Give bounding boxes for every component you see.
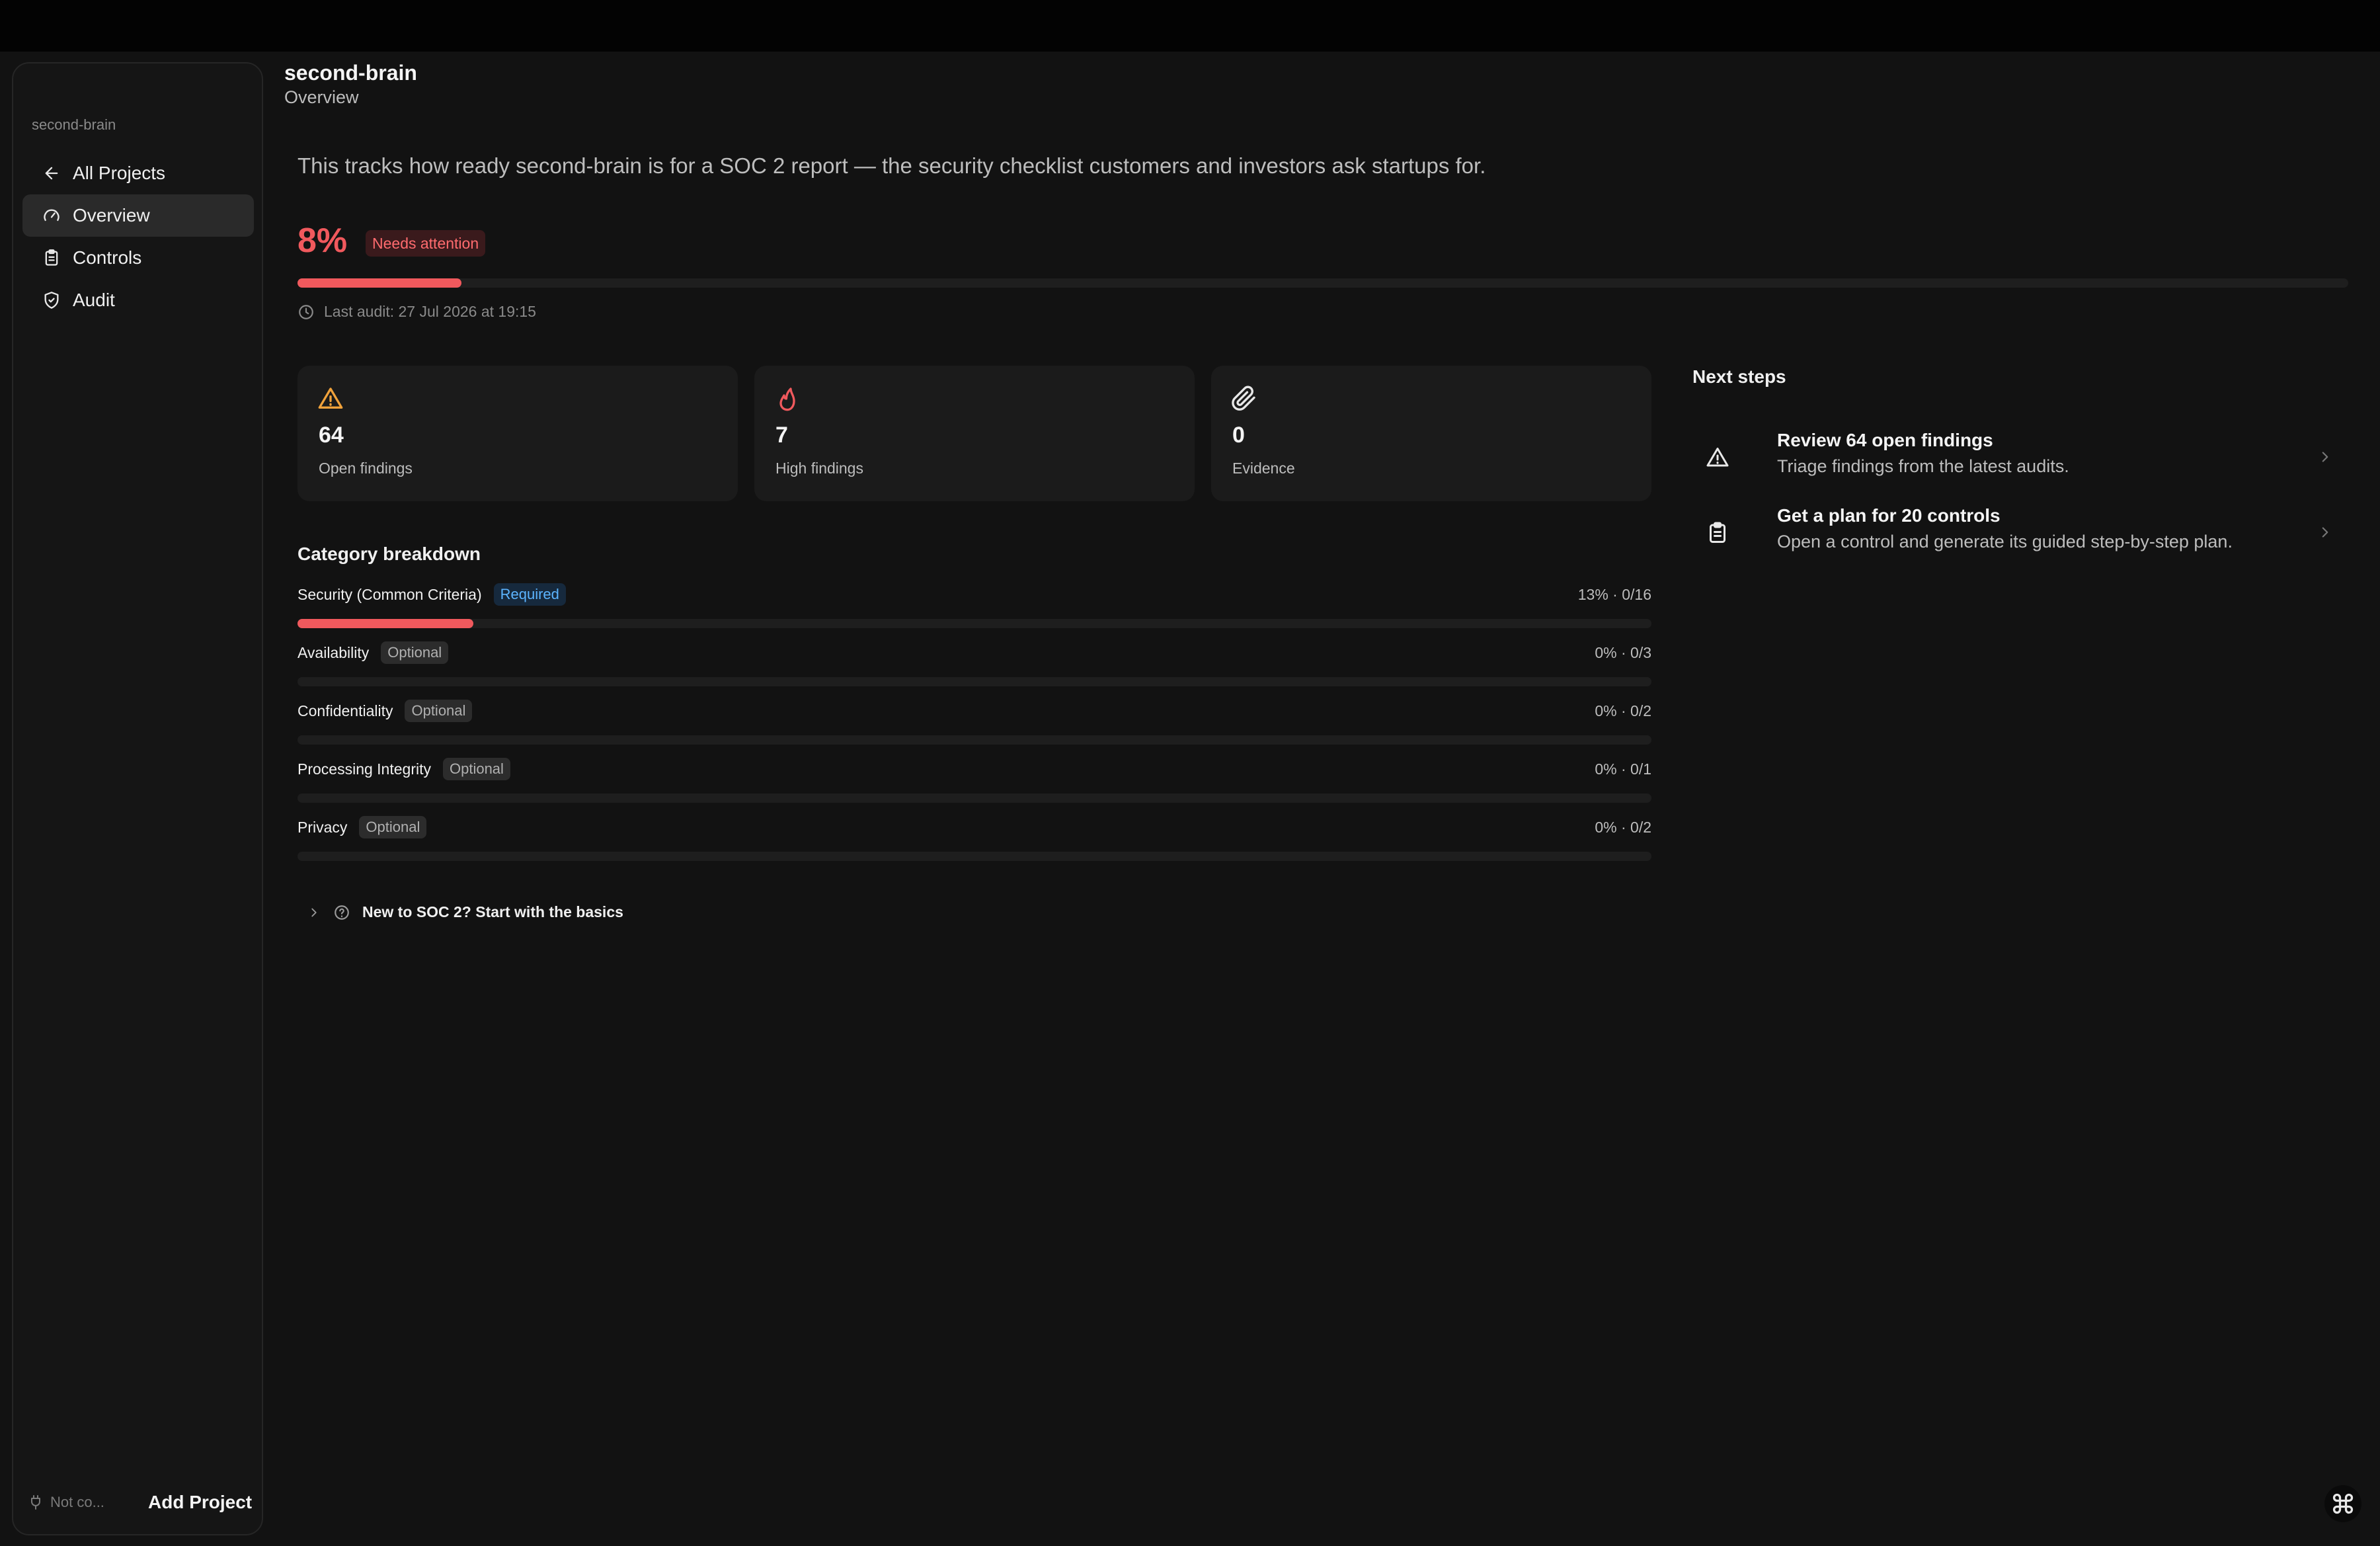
next-step-description: Triage findings from the latest audits. bbox=[1777, 456, 2069, 476]
sidebar: second-brain All Projects Overview Contr… bbox=[12, 62, 263, 1535]
window-top-bar bbox=[0, 0, 2380, 52]
category-stat: 0% · 0/2 bbox=[1595, 818, 1651, 836]
paperclip-icon bbox=[1232, 386, 1255, 411]
category-stat: 13% · 0/16 bbox=[1577, 585, 1651, 603]
sidebar-item-label: Audit bbox=[73, 290, 115, 310]
chevron-right-icon bbox=[311, 908, 317, 916]
next-step-review-findings[interactable]: Review 64 open findings Triage findings … bbox=[1706, 430, 2334, 489]
sidebar-item-label: Overview bbox=[73, 205, 150, 225]
next-step-title: Get a plan for 20 controls bbox=[1777, 505, 2001, 526]
sidebar-footer: Not co... Add Project bbox=[13, 1483, 262, 1522]
optional-badge: Optional bbox=[442, 758, 510, 780]
category-breakdown-title: Category breakdown bbox=[298, 544, 481, 564]
clipboard-icon bbox=[45, 249, 58, 266]
status-badge: Needs attention bbox=[366, 230, 486, 257]
stat-label: High findings bbox=[775, 460, 863, 477]
sidebar-item-overview[interactable]: Overview bbox=[22, 194, 254, 237]
category-row-privacy: Privacy Optional 0% · 0/2 bbox=[298, 815, 1651, 868]
intro-text: This tracks how ready second-brain is fo… bbox=[298, 153, 1486, 178]
category-row-confidentiality: Confidentiality Optional 0% · 0/2 bbox=[298, 699, 1651, 752]
next-steps-title: Next steps bbox=[1692, 366, 1786, 387]
category-row-security: Security (Common Criteria) Required 13% ·… bbox=[298, 583, 1651, 635]
soc2-basics-toggle[interactable]: New to SOC 2? Start with the basics bbox=[307, 903, 623, 921]
stat-card-open-findings[interactable]: 64 Open findings bbox=[298, 366, 738, 501]
sidebar-item-all-projects[interactable]: All Projects bbox=[22, 152, 254, 194]
category-stat: 0% · 0/1 bbox=[1595, 760, 1651, 778]
category-row-availability: Availability Optional 0% · 0/3 bbox=[298, 641, 1651, 694]
connection-status[interactable]: Not co... bbox=[28, 1494, 134, 1511]
next-step-description: Open a control and generate its guided s… bbox=[1777, 532, 2233, 551]
optional-badge: Optional bbox=[405, 700, 473, 722]
sidebar-item-label: Controls bbox=[73, 247, 142, 268]
soc2-basics-label: New to SOC 2? Start with the basics bbox=[362, 903, 623, 920]
stat-card-evidence[interactable]: 0 Evidence bbox=[1211, 366, 1651, 501]
category-progress-bar bbox=[298, 852, 1651, 861]
stat-value: 0 bbox=[1232, 423, 1245, 448]
stat-value: 7 bbox=[775, 423, 788, 448]
sidebar-item-controls[interactable]: Controls bbox=[22, 237, 254, 279]
help-circle-icon bbox=[335, 905, 349, 920]
sidebar-project-name: second-brain bbox=[32, 116, 116, 133]
add-project-button[interactable]: Add Project bbox=[148, 1492, 252, 1513]
category-progress-bar bbox=[298, 735, 1651, 745]
category-name: Confidentiality bbox=[298, 702, 393, 719]
required-badge: Required bbox=[493, 583, 566, 606]
category-progress-bar bbox=[298, 793, 1651, 803]
stat-label: Evidence bbox=[1232, 460, 1295, 477]
warning-icon bbox=[1706, 448, 1729, 467]
clipboard-icon bbox=[1710, 522, 1726, 543]
readiness-progress-bar bbox=[298, 278, 2348, 288]
optional-badge: Optional bbox=[381, 641, 449, 664]
category-name: Processing Integrity bbox=[298, 760, 431, 778]
warning-icon bbox=[318, 387, 343, 409]
category-name: Privacy bbox=[298, 818, 348, 836]
optional-badge: Optional bbox=[359, 816, 427, 838]
category-row-processing-integrity: Processing Integrity Optional 0% · 0/1 bbox=[298, 757, 1651, 810]
sidebar-item-label: All Projects bbox=[73, 163, 166, 183]
last-audit: Last audit: 27 Jul 2026 at 19:15 bbox=[298, 303, 536, 321]
category-stat: 0% · 0/3 bbox=[1595, 643, 1651, 661]
category-progress-bar bbox=[298, 677, 1651, 686]
last-audit-text: Last audit: 27 Jul 2026 at 19:15 bbox=[324, 303, 536, 320]
flame-icon bbox=[779, 387, 795, 411]
chevron-right-icon bbox=[2322, 527, 2328, 538]
next-step-plan-controls[interactable]: Get a plan for 20 controls Open a contro… bbox=[1706, 505, 2334, 565]
category-name: Security (Common Criteria) bbox=[298, 585, 482, 603]
stat-value: 64 bbox=[319, 423, 344, 448]
category-progress-fill bbox=[298, 619, 474, 628]
sidebar-item-audit[interactable]: Audit bbox=[22, 279, 254, 321]
unplugged-icon bbox=[31, 1495, 40, 1510]
arrow-left-icon bbox=[45, 167, 58, 180]
category-name: Availability bbox=[298, 643, 370, 661]
readiness-progress-fill bbox=[298, 278, 462, 288]
category-progress-bar bbox=[298, 619, 1651, 628]
next-step-title: Review 64 open findings bbox=[1777, 430, 1993, 450]
gauge-icon bbox=[44, 209, 60, 222]
stat-label: Open findings bbox=[319, 460, 413, 477]
category-stat: 0% · 0/2 bbox=[1595, 702, 1651, 719]
clock-icon bbox=[299, 304, 313, 319]
shield-check-icon bbox=[44, 292, 59, 309]
command-icon bbox=[2332, 1493, 2354, 1514]
chevron-right-icon bbox=[2322, 452, 2328, 462]
stat-card-high-findings[interactable]: 7 High findings bbox=[754, 366, 1195, 501]
page-title: second-brain bbox=[284, 61, 417, 85]
readiness-score: 8% bbox=[298, 222, 348, 260]
command-button[interactable] bbox=[2324, 1485, 2361, 1522]
page-subtitle: Overview bbox=[284, 87, 359, 107]
connection-status-label: Not co... bbox=[50, 1494, 104, 1510]
